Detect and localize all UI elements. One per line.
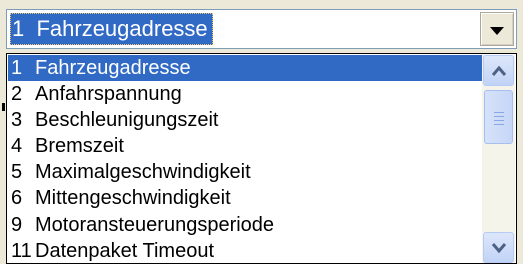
chevron-down-icon	[491, 243, 507, 254]
scroll-down-button[interactable]	[483, 232, 514, 263]
list-item[interactable]: 2 Anfahrspannung	[8, 81, 482, 107]
combobox-widget: 1 Fahrzeugadresse 1 Fahrzeugadresse 2 Anfa…	[0, 0, 523, 264]
option-label: Beschleunigungszeit	[35, 109, 219, 132]
combobox-selected-value[interactable]: 1 Fahrzeugadresse	[10, 13, 213, 45]
option-label: Bremszeit	[35, 135, 124, 158]
option-number: 5	[11, 161, 23, 184]
option-label: Motoransteuerungsperiode	[35, 213, 275, 236]
option-label: Mittengeschwindigkeit	[35, 187, 231, 210]
list-item[interactable]: 3 Beschleunigungszeit	[8, 107, 482, 133]
option-number: 6	[11, 187, 23, 210]
option-label: Maximalgeschwindigkeit	[35, 161, 251, 184]
list-item[interactable]: 1 Fahrzeugadresse	[8, 55, 482, 82]
option-label: Anfahrspannung	[35, 83, 182, 106]
option-number: 1	[11, 57, 23, 79]
background-artifact	[2, 103, 5, 111]
dropdown-list: 1 Fahrzeugadresse 2 Anfahrspannung 3 Beschl…	[6, 53, 517, 264]
option-number: 4	[11, 135, 23, 158]
chevron-up-icon	[491, 65, 507, 76]
option-number: 11	[11, 239, 32, 262]
option-label: Fahrzeugadresse	[35, 57, 191, 79]
list-item[interactable]: 9 Motoransteuerungsperiode	[8, 212, 482, 238]
scroll-up-button[interactable]	[483, 55, 514, 86]
chevron-down-icon	[490, 27, 504, 35]
vertical-scrollbar[interactable]	[482, 55, 515, 263]
option-number: 9	[11, 213, 23, 236]
thumb-grip-line	[494, 124, 504, 125]
list-item[interactable]: 5 Maximalgeschwindigkeit	[8, 159, 482, 185]
list-item[interactable]: 6 Mittengeschwindigkeit	[8, 185, 482, 211]
scroll-thumb[interactable]	[484, 90, 513, 144]
dropdown-button[interactable]	[480, 12, 514, 46]
option-label: Datenpaket Timeout	[35, 239, 214, 262]
thumb-grip-line	[494, 120, 504, 121]
option-number: 3	[11, 109, 23, 132]
cv-select-combobox[interactable]: 1 Fahrzeugadresse	[6, 9, 517, 49]
thumb-grip-line	[494, 112, 504, 113]
option-list: 1 Fahrzeugadresse 2 Anfahrspannung 3 Beschl…	[8, 55, 482, 264]
option-number: 2	[11, 83, 23, 106]
list-item[interactable]: 4 Bremszeit	[8, 133, 482, 159]
list-item[interactable]: 11 Datenpaket Timeout	[8, 238, 482, 264]
thumb-grip-line	[494, 116, 504, 117]
